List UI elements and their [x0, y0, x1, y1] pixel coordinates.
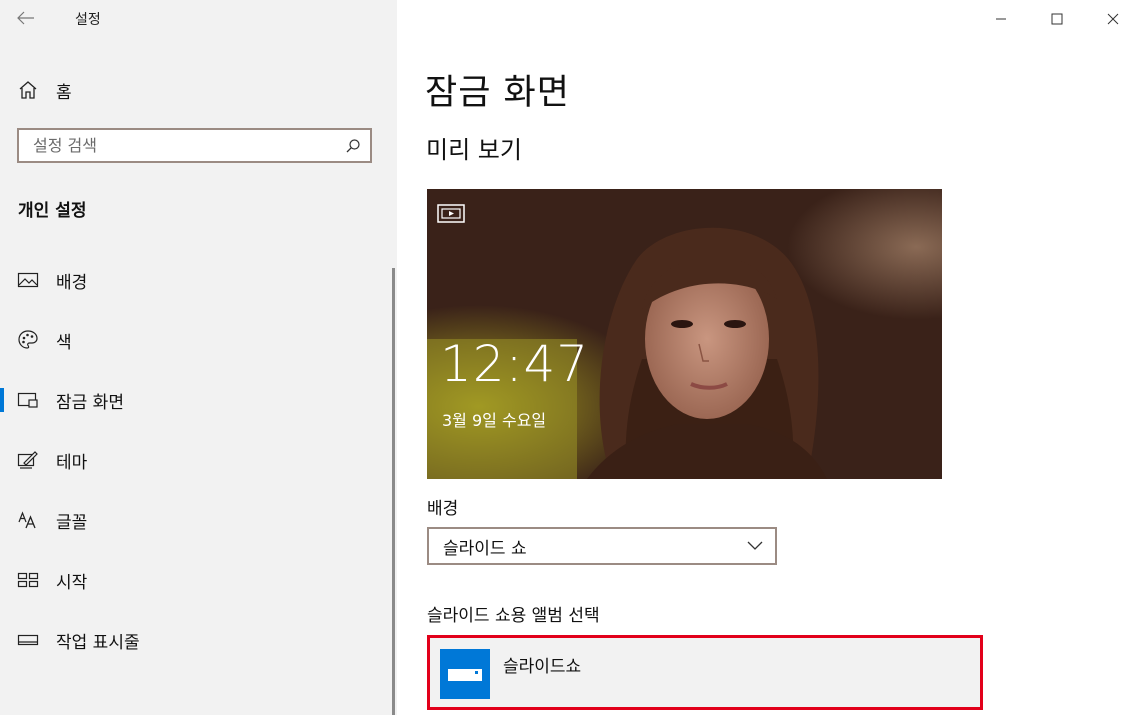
sidebar-item-label: 테마: [56, 452, 88, 473]
sidebar-item-lock-screen[interactable]: 잠금 화면: [0, 370, 390, 430]
app-title: 설정: [75, 12, 101, 28]
sidebar-item-fonts[interactable]: 글꼴: [0, 490, 390, 550]
palette-icon: [0, 329, 56, 351]
maximize-button[interactable]: [1034, 0, 1080, 38]
nav-list: 배경 색 잠금 화면 테마 글꼴 시작 작업 표시줄: [0, 250, 390, 670]
background-dropdown[interactable]: 슬라이드 쇼: [427, 527, 777, 565]
page-title: 잠금 화면: [425, 73, 570, 113]
theme-brush-icon: [0, 450, 56, 470]
preview-background-image: [427, 189, 942, 479]
home-label: 홈: [56, 82, 72, 103]
back-arrow-icon: [17, 11, 34, 25]
background-dropdown-value: 슬라이드 쇼: [443, 538, 527, 559]
lock-screen-icon: [0, 391, 56, 409]
home-icon: [0, 80, 56, 100]
sidebar-item-label: 잠금 화면: [56, 392, 124, 413]
background-label: 배경: [427, 499, 459, 519]
preview-heading: 미리 보기: [426, 136, 522, 164]
sidebar-item-color[interactable]: 색: [0, 310, 390, 370]
album-label: 슬라이드 쇼용 앨범 선택: [427, 606, 600, 626]
close-button[interactable]: [1090, 0, 1134, 38]
slideshow-badge-icon: [437, 204, 465, 223]
album-name: 슬라이드쇼: [503, 657, 582, 677]
sidebar-item-label: 시작: [56, 572, 88, 593]
sidebar-item-background[interactable]: 배경: [0, 250, 390, 310]
back-button[interactable]: [13, 6, 39, 30]
sidebar-item-home[interactable]: 홈: [0, 70, 390, 110]
close-icon: [1107, 13, 1119, 25]
album-item[interactable]: 슬라이드쇼: [427, 635, 983, 710]
minimize-icon: [996, 18, 1006, 20]
search-icon[interactable]: [336, 130, 370, 161]
taskbar-icon: [0, 633, 56, 647]
folder-thumbnail-icon: [440, 649, 490, 699]
sidebar-item-label: 글꼴: [56, 512, 88, 533]
sidebar: 설정 홈 개인 설정 배경: [0, 0, 397, 715]
font-icon: [0, 510, 56, 530]
sidebar-scrollbar[interactable]: [392, 268, 395, 715]
chevron-down-icon: [735, 529, 775, 563]
sidebar-item-label: 배경: [56, 272, 88, 293]
search-input[interactable]: [19, 129, 336, 162]
start-tiles-icon: [0, 571, 56, 589]
sidebar-item-label: 색: [56, 332, 72, 353]
maximize-icon: [1051, 13, 1063, 25]
lock-screen-preview: 12:47 3월 9일 수요일: [427, 189, 942, 479]
preview-clock: 12:47: [440, 335, 590, 393]
sidebar-item-taskbar[interactable]: 작업 표시줄: [0, 610, 390, 670]
search-box: [17, 128, 372, 163]
sidebar-item-label: 작업 표시줄: [56, 632, 140, 653]
preview-date: 3월 9일 수요일: [442, 411, 547, 430]
minimize-button[interactable]: [978, 0, 1024, 38]
sidebar-item-theme[interactable]: 테마: [0, 430, 390, 490]
section-title: 개인 설정: [18, 201, 87, 221]
picture-icon: [0, 271, 56, 289]
sidebar-item-start[interactable]: 시작: [0, 550, 390, 610]
